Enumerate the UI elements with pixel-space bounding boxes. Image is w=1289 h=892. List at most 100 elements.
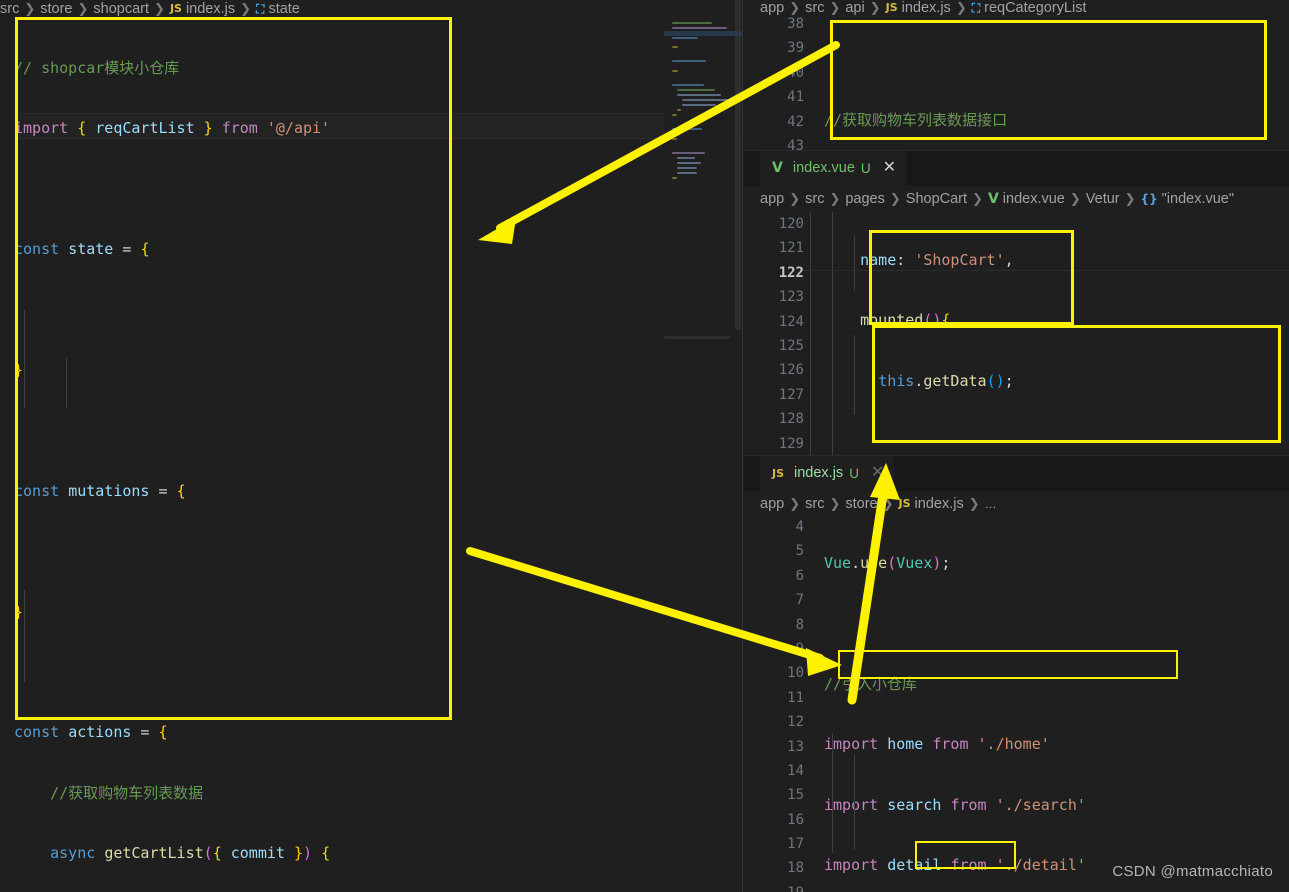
minimap-line: [672, 128, 702, 130]
line-number: 123: [778, 289, 804, 306]
minimap-line: [677, 167, 697, 169]
vue-line-numbers: 120 121 122 123 124 125 126 127 128 129: [764, 212, 804, 455]
breadcrumb-item-src[interactable]: src: [0, 0, 19, 19]
minimap[interactable]: [664, 0, 742, 892]
code-line: //获取购物车列表数据接口: [824, 111, 1008, 130]
line-number: 15: [787, 787, 804, 804]
object-icon: {}: [1140, 192, 1158, 206]
minimap-line: [682, 99, 730, 101]
tab-index-js[interactable]: JS index.js U ✕: [760, 455, 895, 491]
vue-code-content[interactable]: name: 'ShopCart', mounted(){ this.getDat…: [824, 212, 1221, 455]
breadcrumb-item-src[interactable]: src: [805, 189, 824, 209]
line-number: 4: [795, 519, 804, 535]
breadcrumb-item-src[interactable]: src: [805, 0, 824, 18]
vscode-screenshot: src ❯ store ❯ shopcart ❯ JS index.js ❯ ⛶…: [0, 0, 1289, 892]
breadcrumb-item-indexjs[interactable]: index.js: [186, 0, 235, 19]
line-number: 16: [787, 811, 804, 828]
code-line: name: 'ShopCart',: [860, 251, 1014, 269]
breadcrumb-item-store[interactable]: store: [845, 494, 877, 514]
line-number: 42: [787, 113, 804, 130]
line-number: 39: [787, 40, 804, 57]
tab-index-vue[interactable]: V index.vue U ✕: [760, 150, 907, 186]
chevron-right-icon: ❯: [24, 1, 36, 16]
breadcrumb-item-store[interactable]: store: [40, 0, 72, 19]
line-number: 7: [795, 592, 804, 609]
chevron-right-icon: ❯: [789, 191, 801, 206]
minimap-line: [672, 177, 677, 179]
minimap-line: [677, 109, 681, 111]
line-number: 10: [787, 665, 804, 682]
js-file-icon: JS: [898, 497, 911, 510]
minimap-line: [672, 152, 705, 154]
breadcrumb-item-app[interactable]: app: [760, 189, 784, 209]
code-line: mounted(){: [860, 311, 951, 330]
breadcrumb-item-ellipsis[interactable]: …: [985, 494, 997, 514]
chevron-right-icon: ❯: [882, 496, 894, 511]
line-number: 128: [778, 411, 804, 428]
minimap-line: [672, 37, 698, 39]
pane-divider[interactable]: [744, 150, 1289, 151]
breadcrumb-item-indexvue-obj[interactable]: "index.vue": [1162, 189, 1234, 209]
minimap-line: [672, 22, 712, 24]
close-icon[interactable]: ✕: [883, 160, 896, 176]
chevron-right-icon: ❯: [77, 1, 89, 16]
close-icon[interactable]: ✕: [871, 465, 884, 481]
editor-split-divider[interactable]: [742, 0, 743, 892]
code-line: import detail from './detail': [824, 855, 1086, 874]
breadcrumb-item-app[interactable]: app: [760, 494, 784, 514]
right-editor-group: app ❯ src ❯ api ❯ JS index.js ❯ ⛶ reqCat…: [744, 0, 1289, 892]
code-line: import home from './home': [824, 735, 1050, 754]
breadcrumb-item-pages[interactable]: pages: [845, 189, 885, 209]
chevron-right-icon: ❯: [972, 191, 983, 206]
vue-tabbar[interactable]: V index.vue U ✕: [760, 150, 907, 186]
line-number: 129: [778, 435, 804, 452]
chevron-right-icon: ❯: [968, 496, 980, 511]
indent-guide: [832, 212, 833, 455]
line-number: 8: [795, 616, 804, 633]
line-number: 11: [787, 689, 804, 706]
store-tabbar[interactable]: JS index.js U ✕: [760, 455, 895, 491]
minimap-line: [672, 84, 704, 86]
breadcrumb-item-shopcart[interactable]: shopcart: [93, 0, 149, 19]
indent-guide: [66, 358, 67, 408]
breadcrumb-item-shopcart[interactable]: ShopCart: [906, 189, 967, 209]
breadcrumb-item-indexjs[interactable]: index.js: [915, 494, 964, 514]
breadcrumb-item-src[interactable]: src: [805, 494, 824, 514]
minimap-slider[interactable]: [735, 0, 741, 330]
line-number: 125: [778, 337, 804, 354]
pane-divider[interactable]: [744, 455, 1289, 456]
line-number: 127: [778, 386, 804, 403]
code-line: }: [14, 602, 24, 621]
left-code-content[interactable]: // shopcar模块小仓库 import { reqCartList } f…: [14, 20, 654, 892]
line-number: 9: [795, 640, 804, 657]
line-number: 18: [787, 860, 804, 877]
breadcrumb-item-state[interactable]: state: [268, 0, 299, 19]
store-code-content[interactable]: Vue.use(Vuex); //引入小仓库 import home from …: [824, 515, 1131, 892]
vue-file-icon: V: [987, 191, 999, 207]
pane-store-index-js: JS index.js U ✕ app ❯ src ❯ store ❯ JS i…: [744, 455, 1289, 892]
vue-breadcrumb[interactable]: app ❯ src ❯ pages ❯ ShopCart ❯ V index.v…: [760, 188, 1234, 210]
code-line: const mutations = {: [14, 481, 186, 500]
minimap-line: [672, 70, 678, 72]
left-breadcrumb[interactable]: src ❯ store ❯ shopcart ❯ JS index.js ❯ ⛶…: [0, 0, 300, 20]
code-line: async getCartList({ commit }) {: [50, 844, 331, 863]
pane-api-index-js: app ❯ src ❯ api ❯ JS index.js ❯ ⛶ reqCat…: [744, 0, 1289, 150]
indent-guide: [810, 212, 811, 455]
store-breadcrumb[interactable]: app ❯ src ❯ store ❯ JS index.js ❯ …: [760, 493, 997, 515]
tab-label: index.vue: [792, 160, 855, 176]
tab-unsaved-badge: U: [860, 160, 871, 176]
line-number: 12: [787, 714, 804, 731]
code-line: const actions = {: [14, 723, 168, 742]
api-code-content[interactable]: //获取购物车列表数据接口 export const reqCartList =…: [824, 12, 1212, 150]
line-number: 6: [795, 567, 804, 584]
breadcrumb-item-indexvue[interactable]: index.vue: [1003, 189, 1065, 209]
js-file-icon: JS: [772, 466, 785, 480]
breadcrumb-item-vetur[interactable]: Vetur: [1086, 189, 1120, 209]
tab-unsaved-badge: U: [849, 465, 859, 481]
watermark: CSDN @matmacchiato: [1112, 863, 1273, 880]
